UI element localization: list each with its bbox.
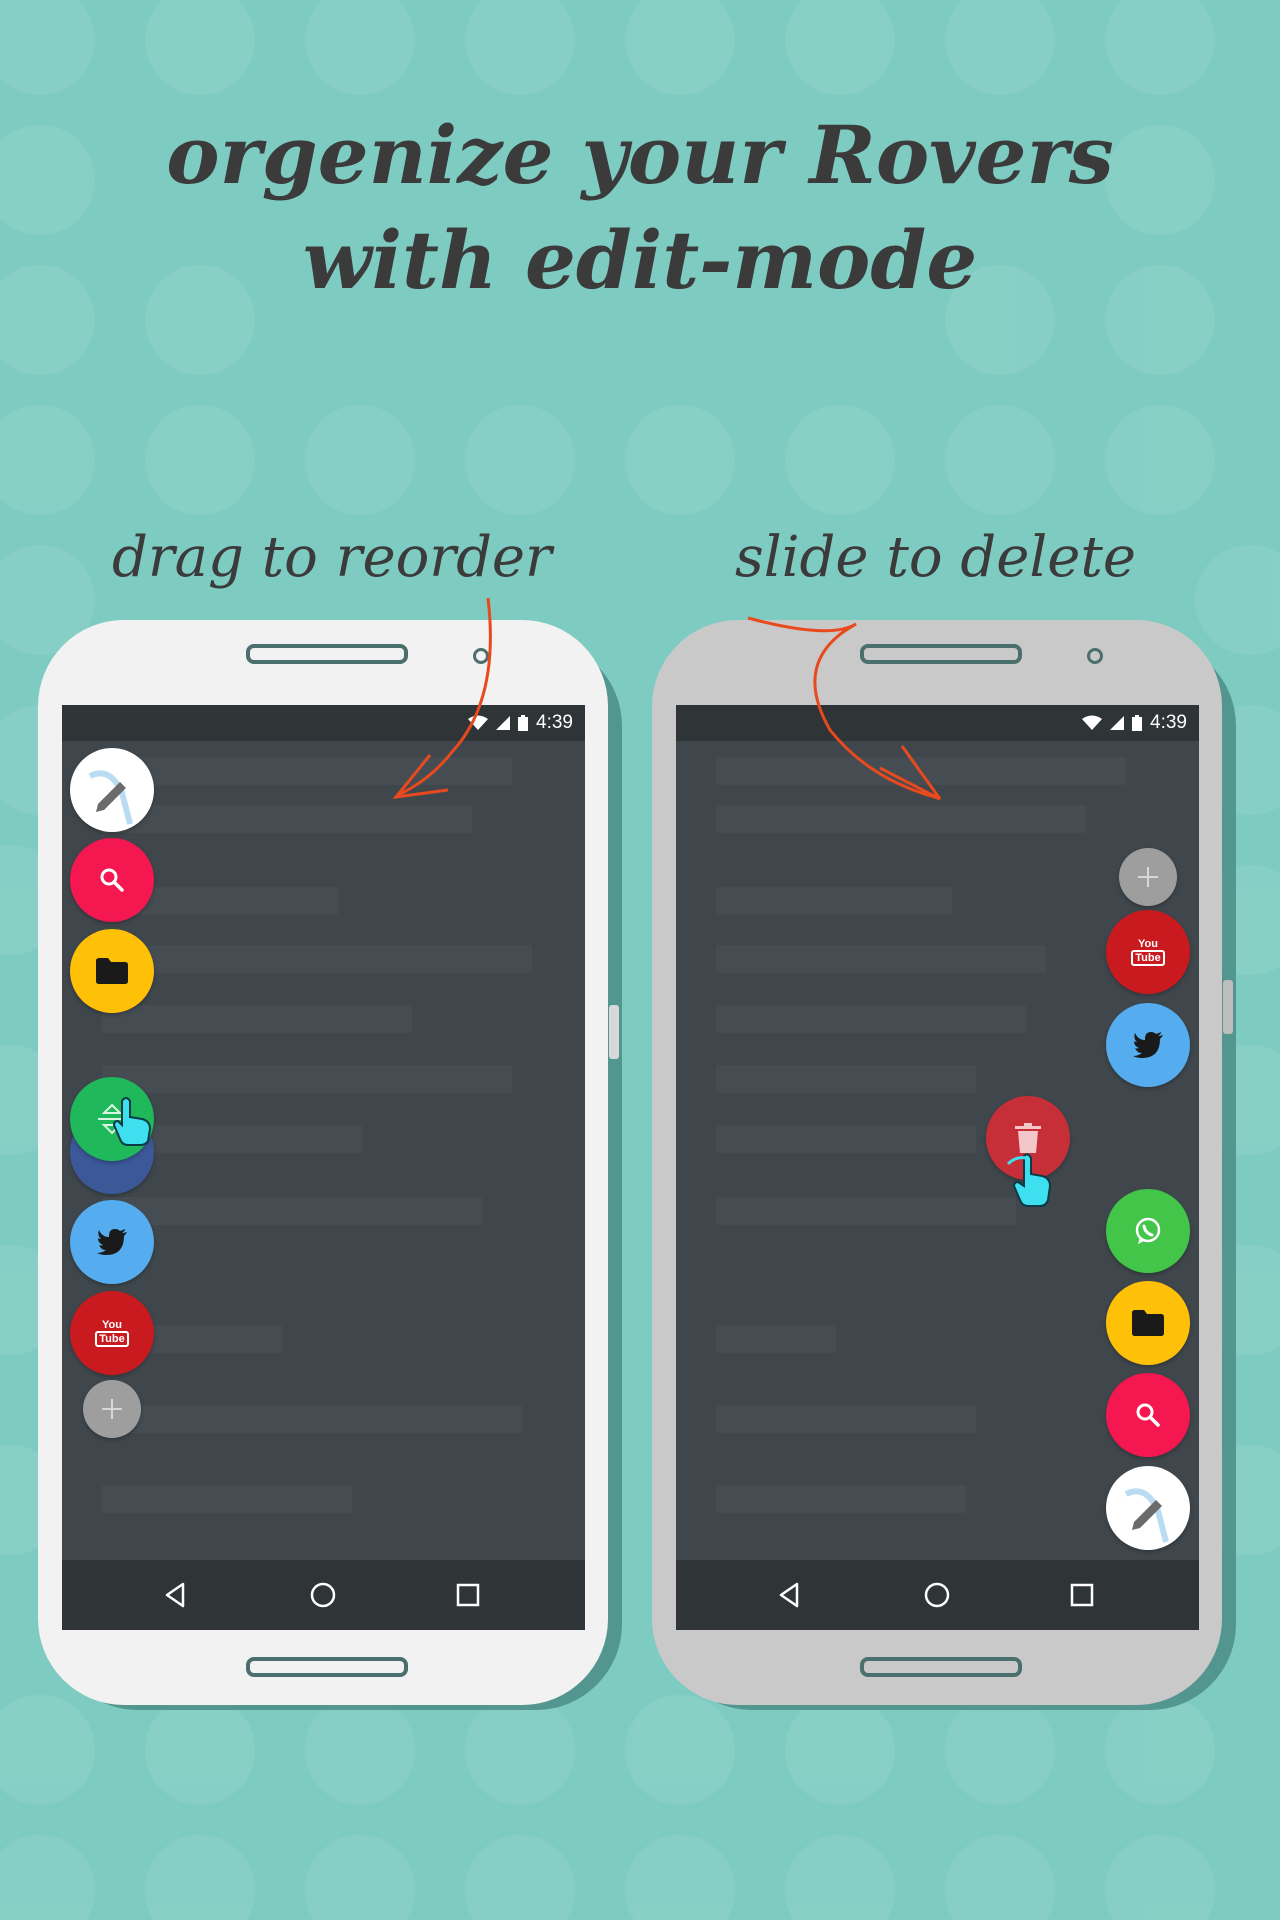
curved-arrow-icon (392, 597, 942, 801)
